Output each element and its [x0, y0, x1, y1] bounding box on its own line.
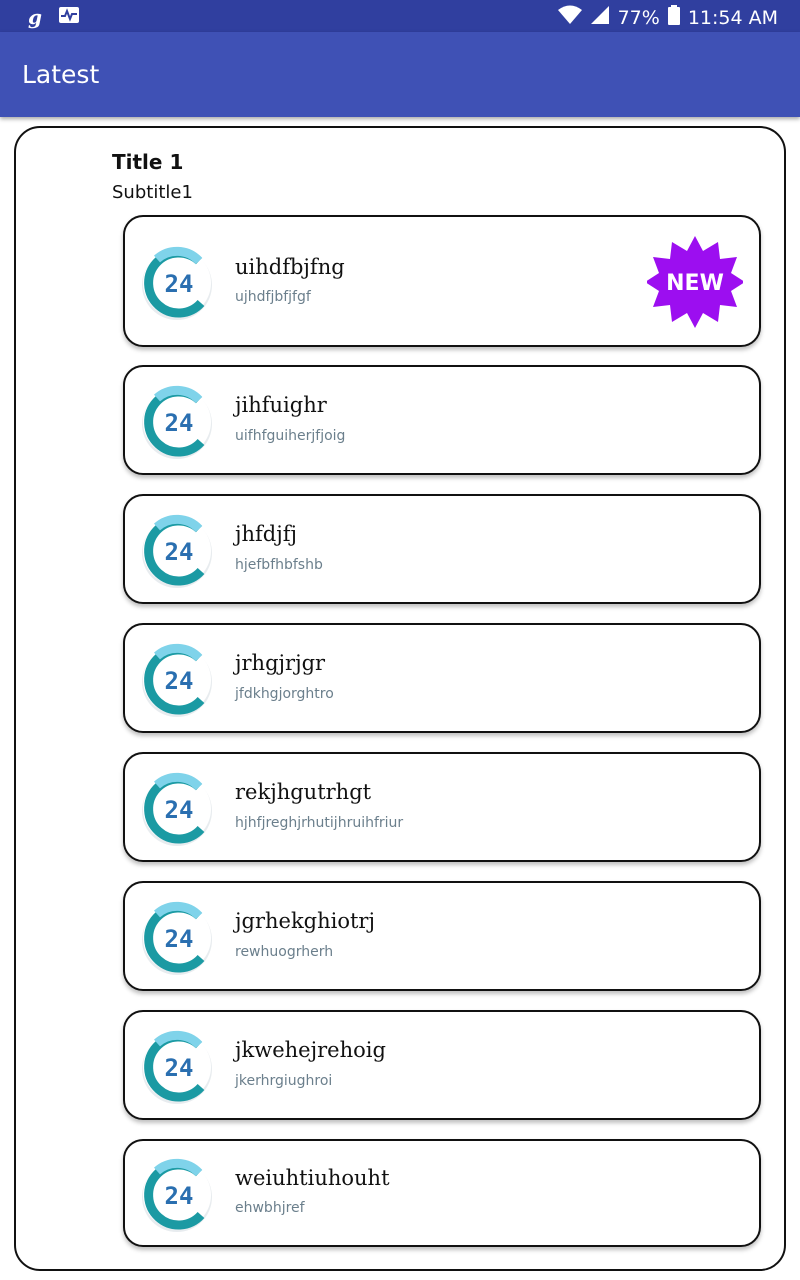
svg-text:24: 24	[165, 925, 194, 953]
list-item[interactable]: 24 rekjhgutrhgt hjhfjreghjrhutijhruihfri…	[123, 752, 761, 862]
c24-logo-icon: 24	[142, 385, 212, 459]
item-title: weiuhtiuhouht	[235, 1166, 390, 1190]
c24-logo-icon: 24	[142, 514, 212, 588]
item-subtitle: ujhdfjbfjfgf	[235, 289, 311, 305]
svg-text:24: 24	[165, 538, 194, 566]
new-badge-icon: NEW	[647, 236, 743, 328]
list-item[interactable]: 24 jkwehejrehoig jkerhrgiughroi	[123, 1010, 761, 1120]
list-item[interactable]: 24 jrhgjrjgr jfdkhgjorghtro	[123, 623, 761, 733]
list-item[interactable]: 24 jhfdjfj hjefbfhbfshb	[123, 494, 761, 604]
item-subtitle: hjhfjreghjrhutijhruihfriur	[235, 815, 404, 831]
svg-text:24: 24	[165, 1182, 194, 1210]
pulse-icon	[58, 6, 80, 29]
wifi-icon	[557, 5, 582, 30]
item-subtitle: jkerhrgiughroi	[235, 1073, 333, 1089]
list-item[interactable]: 24 jgrhekghiotrj rewhuogrherh	[123, 881, 761, 991]
page-title: Latest	[22, 60, 100, 89]
list-item[interactable]: 24 jihfuighr uifhfguiherjfjoig	[123, 365, 761, 475]
svg-text:24: 24	[165, 409, 194, 437]
item-title: jkwehejrehoig	[235, 1038, 386, 1062]
svg-text:24: 24	[165, 667, 194, 695]
c24-logo-icon: 24	[142, 1030, 212, 1104]
section-subtitle: Subtitle1	[112, 182, 193, 203]
item-title: rekjhgutrhgt	[235, 780, 372, 804]
item-subtitle: uifhfguiherjfjoig	[235, 428, 346, 444]
item-title: jihfuighr	[235, 393, 327, 417]
new-badge-label: NEW	[666, 271, 724, 296]
item-subtitle: hjefbfhbfshb	[235, 557, 323, 573]
svg-text:24: 24	[165, 1054, 194, 1082]
svg-text:24: 24	[165, 270, 194, 298]
battery-icon	[667, 5, 680, 30]
app-bar: Latest	[0, 32, 800, 117]
section-card: Title 1 Subtitle1 24 uihdfbjfng ujhdfjbf…	[14, 126, 786, 1271]
item-title: jrhgjrjgr	[235, 651, 326, 675]
item-subtitle: jfdkhgjorghtro	[235, 686, 334, 702]
item-title: jhfdjfj	[235, 522, 298, 546]
item-subtitle: ehwbhjref	[235, 1200, 305, 1216]
svg-text:24: 24	[165, 796, 194, 824]
c24-logo-icon: 24	[142, 643, 212, 717]
list-item[interactable]: 24 uihdfbjfng ujhdfjbfjfgf NEW	[123, 215, 761, 347]
section-title: Title 1	[112, 150, 184, 174]
battery-percent: 77%	[617, 6, 660, 29]
c24-logo-icon: 24	[142, 1158, 212, 1232]
signal-icon	[590, 5, 610, 30]
item-title: uihdfbjfng	[235, 255, 345, 279]
c24-logo-icon: 24	[142, 772, 212, 846]
status-bar: g 77% 11:54 AM	[0, 0, 800, 32]
clock: 11:54 AM	[687, 6, 778, 29]
c24-logo-icon: 24	[142, 246, 212, 320]
item-title: jgrhekghiotrj	[235, 909, 375, 933]
c24-logo-icon: 24	[142, 901, 212, 975]
list-item[interactable]: 24 weiuhtiuhouht ehwbhjref	[123, 1139, 761, 1247]
item-subtitle: rewhuogrherh	[235, 944, 334, 960]
g-app-icon: g	[28, 5, 42, 29]
